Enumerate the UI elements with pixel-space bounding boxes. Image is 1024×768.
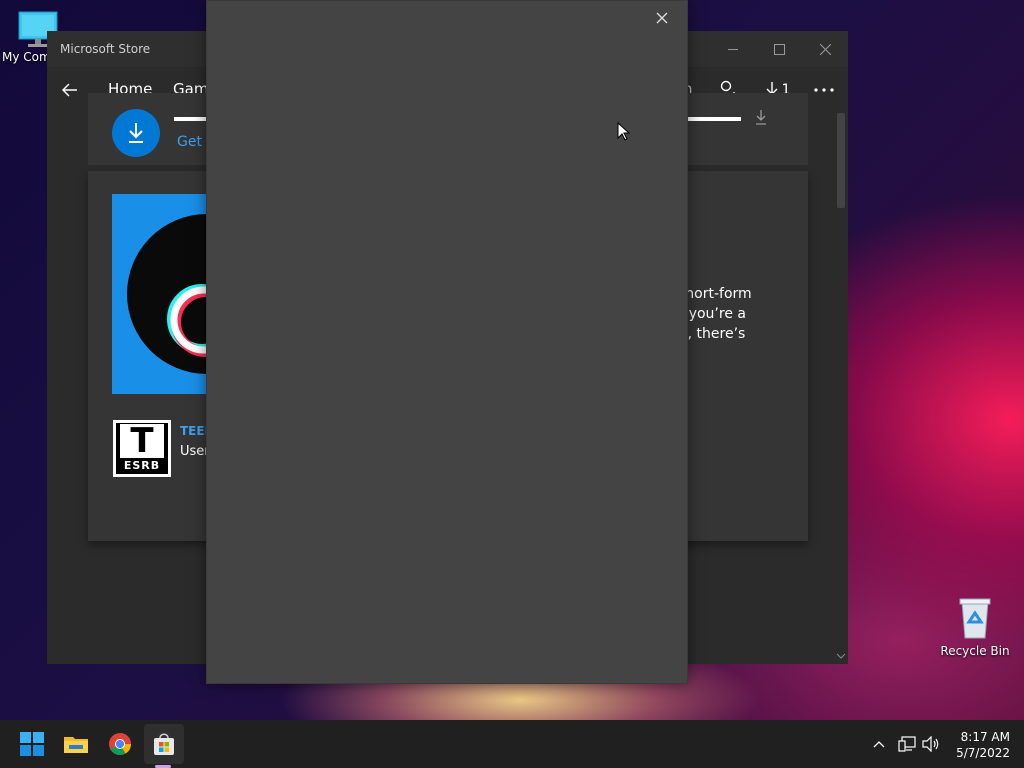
vertical-scrollbar[interactable] [834, 113, 848, 664]
chrome-button[interactable] [100, 724, 140, 764]
start-button[interactable] [12, 724, 52, 764]
tiktok-logo-icon [127, 214, 207, 374]
speaker-icon [922, 736, 939, 752]
window-title: Microsoft Store [60, 42, 151, 56]
download-icon [756, 110, 766, 125]
esrb-text: ESRB [123, 459, 161, 472]
recycle-bin-icon [955, 596, 995, 640]
scroll-thumb[interactable] [837, 113, 845, 208]
close-icon [656, 12, 668, 24]
esrb-rating-badge: T ESRB [113, 420, 171, 477]
progress-bar-left [174, 117, 209, 121]
clock-date: 5/7/2022 [956, 746, 1010, 760]
close-window-button[interactable] [809, 38, 841, 60]
loading-dialog [206, 0, 688, 684]
more-options-button[interactable] [811, 77, 837, 103]
desktop-icon-label: Recycle Bin [940, 644, 1010, 658]
microsoft-store-taskbar-button[interactable] [144, 724, 184, 764]
more-icon [814, 88, 834, 92]
store-bag-icon [154, 733, 174, 755]
volume-button[interactable] [921, 734, 941, 754]
scroll-down-icon[interactable] [836, 653, 846, 659]
back-arrow-icon [62, 83, 77, 97]
network-button[interactable] [897, 734, 917, 754]
clock-time: 8:17 AM [960, 730, 1010, 744]
app-logo-tile [112, 194, 207, 394]
desktop-icon-recycle-bin[interactable]: Recycle Bin [940, 596, 1010, 658]
close-icon [819, 43, 831, 55]
progress-bar-right [688, 117, 741, 121]
mouse-cursor-icon [617, 122, 631, 141]
chevron-up-icon [873, 741, 885, 748]
maximize-button[interactable] [763, 38, 795, 60]
maximize-icon [773, 43, 785, 55]
esrb-letter: T [120, 424, 164, 458]
install-button[interactable] [112, 109, 160, 157]
minimize-icon [728, 48, 738, 50]
small-download-button[interactable] [754, 109, 770, 127]
windows-logo-icon [20, 732, 44, 756]
minimize-button[interactable] [717, 38, 749, 60]
folder-icon [64, 737, 88, 753]
network-icon [898, 736, 916, 752]
download-arrow-icon [129, 123, 143, 143]
chrome-icon [109, 733, 131, 755]
back-button[interactable] [57, 77, 83, 103]
taskbar-clock[interactable]: 8:17 AM 5/7/2022 [944, 729, 1010, 761]
show-hidden-icons-button[interactable] [869, 734, 889, 754]
dialog-close-button[interactable] [649, 7, 675, 29]
file-explorer-button[interactable] [56, 724, 96, 764]
